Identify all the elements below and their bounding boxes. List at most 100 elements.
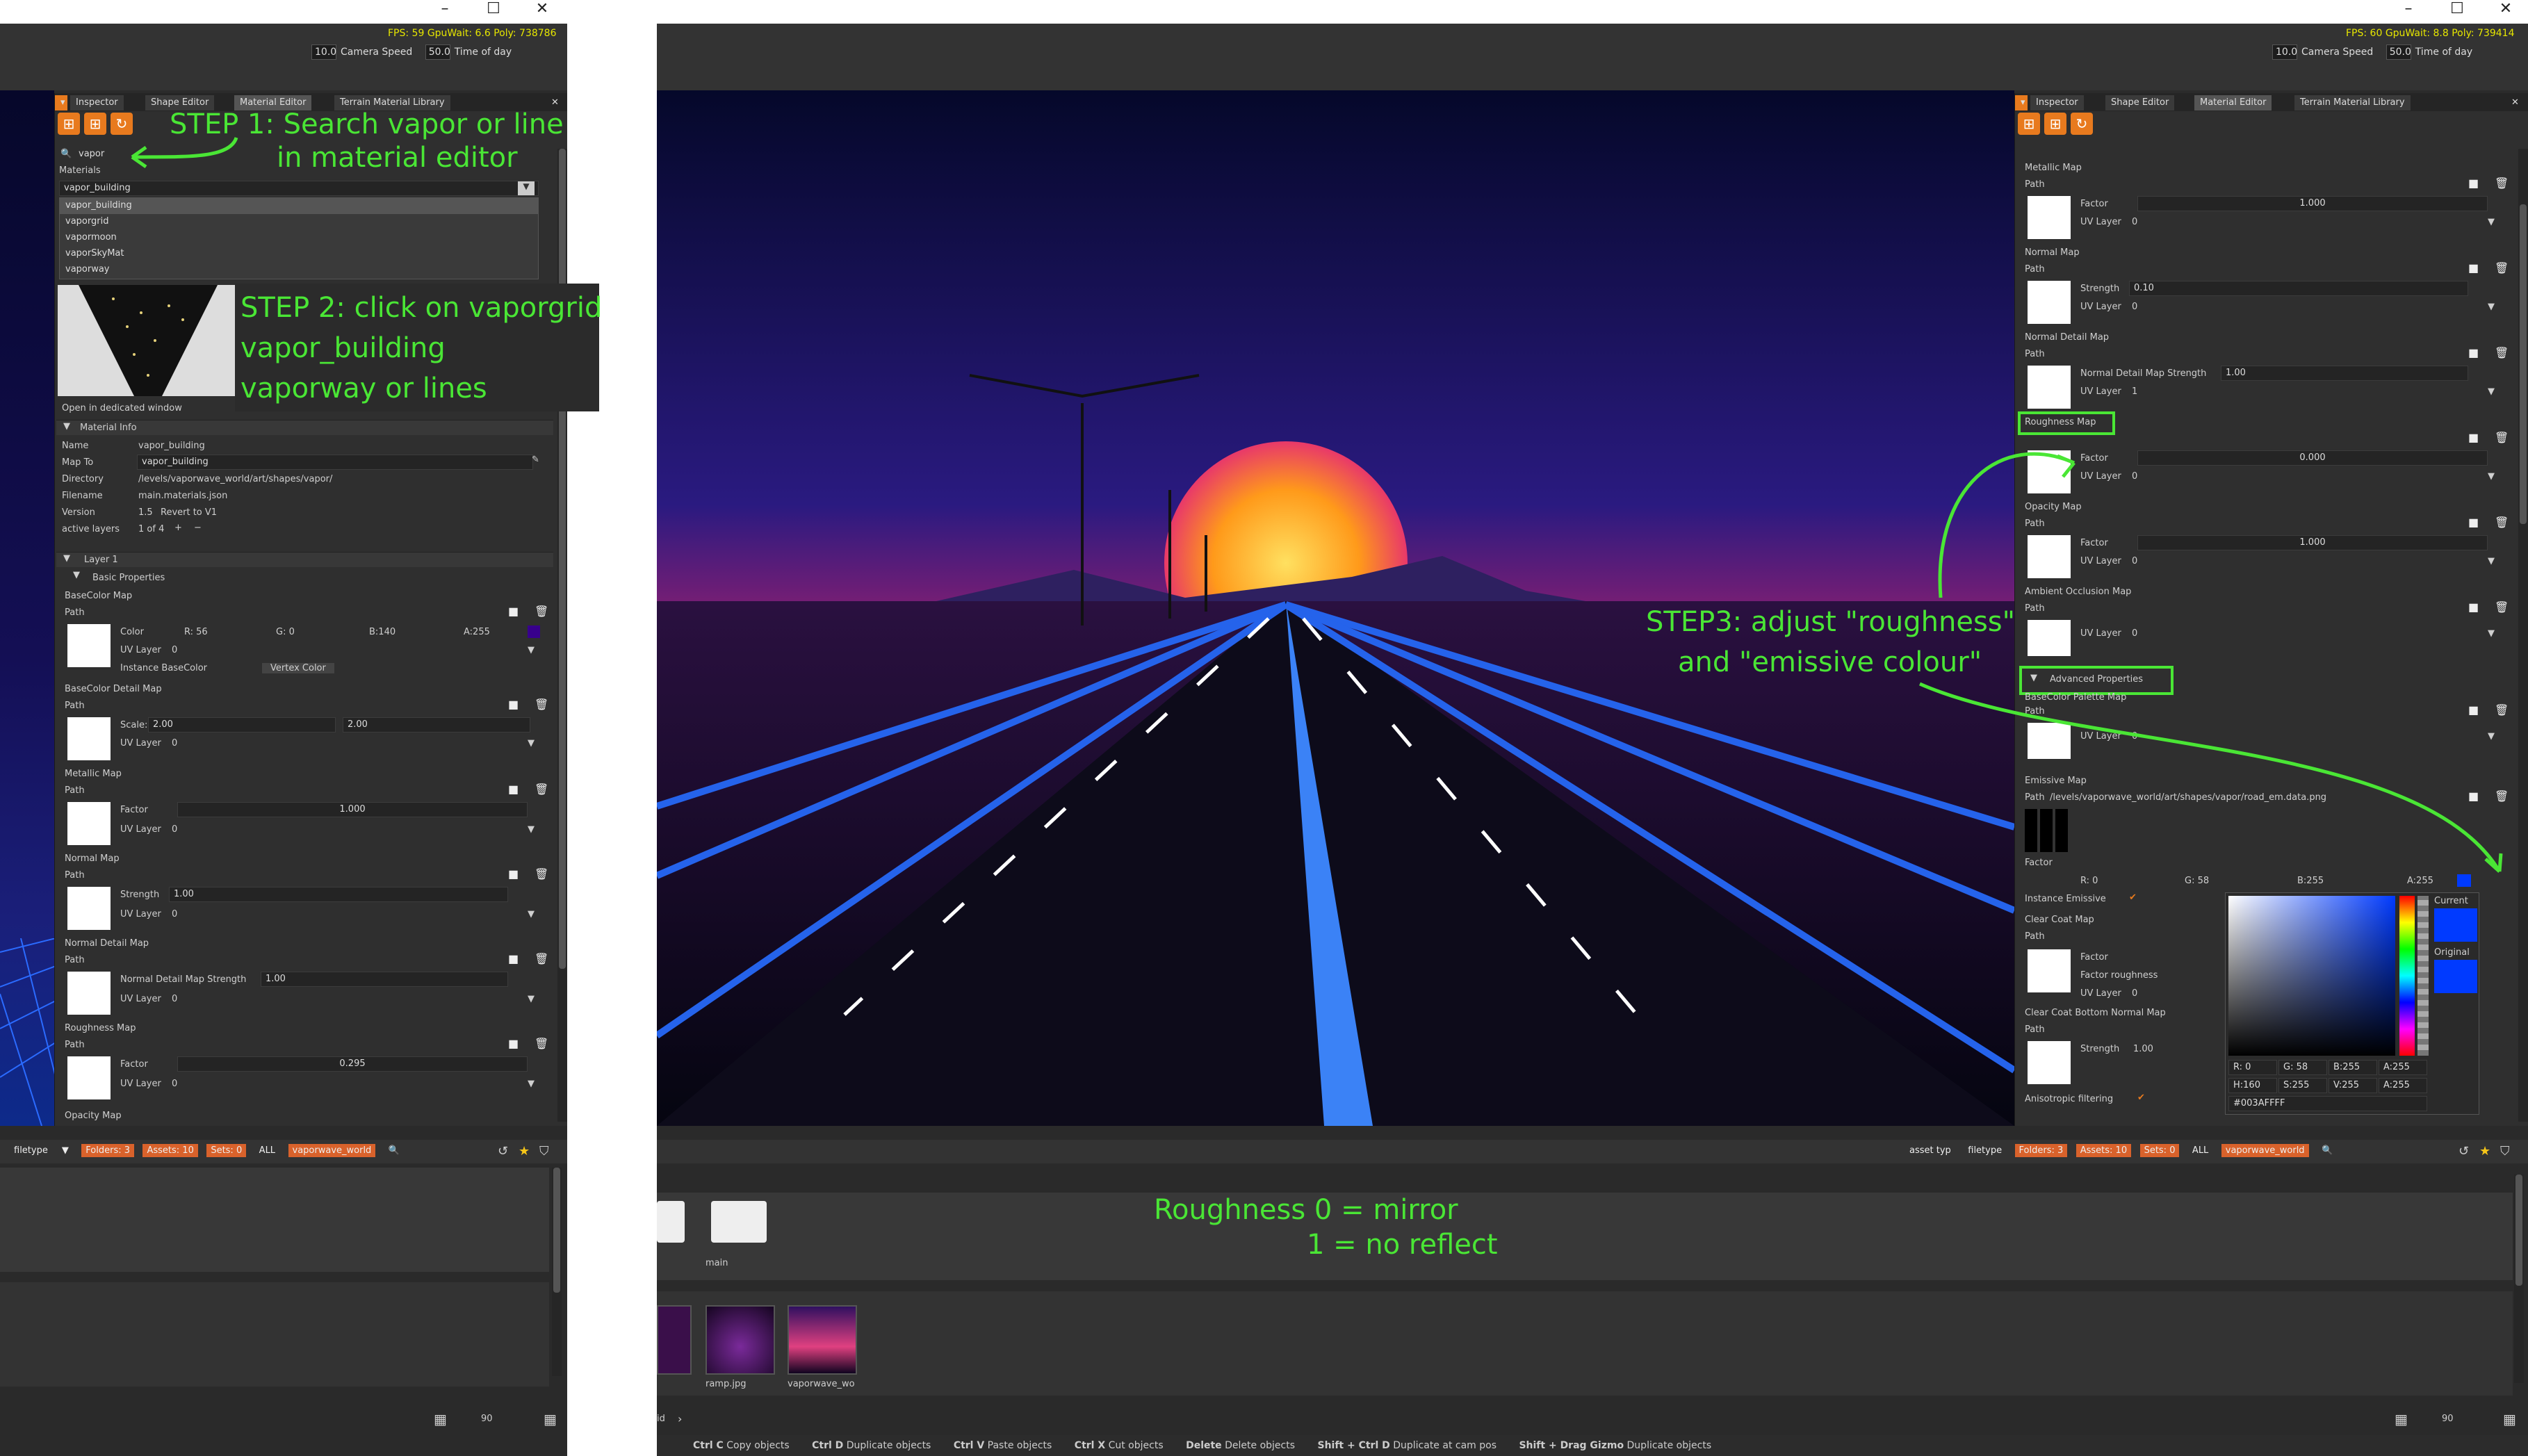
tab-inspector[interactable]: Inspector <box>70 95 124 111</box>
delete-icon[interactable]: 🗑 <box>535 1037 548 1050</box>
filter-icon[interactable]: ⛉ <box>2500 1144 2510 1159</box>
emissive-b[interactable]: B:255 <box>2297 876 2324 886</box>
texture-slot[interactable] <box>2028 535 2071 578</box>
metallic-factor-slider[interactable]: 1.000 <box>177 802 528 817</box>
delete-icon[interactable]: 🗑 <box>535 698 548 711</box>
sets-badge[interactable]: Sets: 0 <box>206 1144 247 1157</box>
normal-strength-field[interactable]: 1.00 <box>169 887 508 902</box>
folder-icon[interactable]: ■ <box>2468 177 2479 190</box>
delete-icon[interactable]: 🗑 <box>2495 261 2509 275</box>
texture-slot[interactable] <box>67 802 111 845</box>
texture-slot[interactable] <box>2028 723 2071 759</box>
saturation-value-box[interactable] <box>2228 896 2395 1056</box>
instance-emissive-checkbox[interactable]: Instance Emissive <box>2025 894 2106 904</box>
folder-icon[interactable]: ■ <box>508 952 519 965</box>
picker-r[interactable]: R: 0 <box>2228 1060 2277 1075</box>
sets-badge[interactable]: Sets: 0 <box>2139 1144 2180 1157</box>
color-picker[interactable]: Current Original R: 0 G: 58 B:255 A:255 … <box>2225 892 2479 1115</box>
close-panel-icon[interactable]: ✕ <box>2506 95 2525 111</box>
delete-icon[interactable]: 🗑 <box>535 952 548 965</box>
history-icon[interactable]: ↺ <box>498 1144 508 1159</box>
folder-icon[interactable]: ■ <box>2468 600 2479 614</box>
check-icon[interactable]: ✔ <box>2129 892 2137 903</box>
list-item[interactable]: vaporway <box>60 262 538 278</box>
folder-icon[interactable]: ■ <box>508 867 519 881</box>
delete-icon[interactable]: 🗑 <box>2495 516 2509 529</box>
uv-layer-value[interactable]: 0 <box>2132 988 2137 999</box>
chevron-down-icon[interactable]: ▼ <box>528 824 535 835</box>
add-layer-icon[interactable]: + <box>174 523 182 533</box>
remove-layer-icon[interactable]: − <box>194 523 202 533</box>
chevron-down-icon[interactable]: ▼ <box>528 1079 535 1089</box>
filetype-dropdown[interactable]: filetype <box>10 1144 52 1157</box>
color-swatch[interactable] <box>528 625 540 638</box>
assets-badge[interactable]: Assets: 10 <box>2076 1144 2132 1157</box>
close-icon[interactable]: ✕ <box>528 0 556 24</box>
zoom-value[interactable]: 90 <box>481 1414 493 1424</box>
picker-s[interactable]: S:255 <box>2278 1078 2327 1093</box>
scale-x-field[interactable]: 2.00 <box>148 717 336 733</box>
panel-scrollbar[interactable] <box>2518 149 2528 1122</box>
uv-layer-value[interactable]: 0 <box>2132 471 2137 482</box>
chevron-down-icon[interactable]: ▼ <box>528 909 535 919</box>
delete-icon[interactable]: 🗑 <box>535 867 548 881</box>
grid-view-icon[interactable]: ▦ <box>2395 1411 2408 1428</box>
all-filter[interactable]: ALL <box>255 1144 279 1157</box>
uv-layer-value[interactable]: 0 <box>2132 628 2137 639</box>
picker-h[interactable]: H:160 <box>2228 1078 2277 1093</box>
color-a[interactable]: A:255 <box>464 627 490 637</box>
folder-icon[interactable]: ■ <box>2468 516 2479 529</box>
delete-icon[interactable]: 🗑 <box>2495 600 2509 614</box>
roughness-factor-slider[interactable]: 0.000 <box>2137 450 2488 466</box>
delete-icon[interactable]: 🗑 <box>2495 431 2509 444</box>
large-grid-icon[interactable]: ▦ <box>2503 1411 2516 1428</box>
search-icon[interactable]: 🔍 <box>2317 1144 2337 1157</box>
texture-slot[interactable] <box>2028 196 2071 239</box>
open-dedicated-window-link[interactable]: Open in dedicated window <box>62 403 182 414</box>
picker-v[interactable]: V:255 <box>2329 1078 2377 1093</box>
folder-icon[interactable]: ■ <box>508 1037 519 1050</box>
picker-g[interactable]: G: 58 <box>2278 1060 2327 1075</box>
grid-view-icon[interactable]: ▦ <box>434 1411 447 1428</box>
save-all-icon[interactable]: ⊞ <box>2044 113 2066 135</box>
uv-layer-value[interactable]: 0 <box>172 1079 177 1089</box>
tab-shape-editor[interactable]: Shape Editor <box>2105 95 2175 111</box>
save-material-icon[interactable]: ⊞ <box>58 113 80 135</box>
delete-icon[interactable]: 🗑 <box>2495 346 2509 359</box>
assets-badge[interactable]: Assets: 10 <box>142 1144 198 1157</box>
revert-button[interactable]: Revert to V1 <box>161 507 217 518</box>
save-material-icon[interactable]: ⊞ <box>2018 113 2040 135</box>
delete-icon[interactable]: 🗑 <box>535 783 548 796</box>
minimize-icon[interactable]: – <box>431 0 459 24</box>
normal-detail-strength-field[interactable]: 1.00 <box>2221 366 2468 381</box>
uv-layer-value[interactable]: 0 <box>172 738 177 749</box>
folders-badge[interactable]: Folders: 3 <box>81 1144 135 1157</box>
world-filter[interactable]: vaporwave_world <box>2221 1144 2309 1157</box>
chevron-down-icon[interactable]: ▼ <box>2488 302 2495 312</box>
texture-slot[interactable] <box>2028 281 2071 324</box>
emissive-g[interactable]: G: 58 <box>2185 876 2209 886</box>
tab-terrain-material-library[interactable]: Terrain Material Library <box>2294 95 2411 111</box>
chevron-down-icon[interactable]: ▼ <box>2488 471 2495 482</box>
folder-icon[interactable]: ■ <box>508 783 519 796</box>
collapse-icon[interactable]: ▼ <box>2030 673 2037 683</box>
chevron-down-icon[interactable]: ▼ <box>58 1144 73 1157</box>
normal-detail-strength-field[interactable]: 1.00 <box>261 972 508 987</box>
texture-slot[interactable] <box>2028 1041 2071 1084</box>
uv-layer-value[interactable]: 0 <box>172 824 177 835</box>
list-item[interactable]: vaporSkyMat <box>60 246 538 262</box>
save-all-icon[interactable]: ⊞ <box>84 113 106 135</box>
original-swatch[interactable] <box>2434 960 2477 993</box>
emissive-r[interactable]: R: 0 <box>2080 876 2098 886</box>
chevron-down-icon[interactable]: ▼ <box>528 738 535 749</box>
delete-icon[interactable]: 🗑 <box>2495 790 2509 803</box>
history-icon[interactable]: ↺ <box>2458 1144 2469 1159</box>
opacity-factor-slider[interactable]: 1.000 <box>2137 535 2488 550</box>
emissive-a[interactable]: A:255 <box>2407 876 2433 886</box>
basic-properties-header[interactable]: Basic Properties <box>92 573 165 583</box>
large-grid-icon[interactable]: ▦ <box>544 1411 557 1428</box>
asset-scrollbar[interactable] <box>552 1168 562 1376</box>
uv-layer-value[interactable]: 0 <box>172 994 177 1004</box>
search-icon[interactable]: 🔍 <box>384 1144 404 1157</box>
camera-speed-field[interactable]: 10.0 <box>311 44 336 60</box>
